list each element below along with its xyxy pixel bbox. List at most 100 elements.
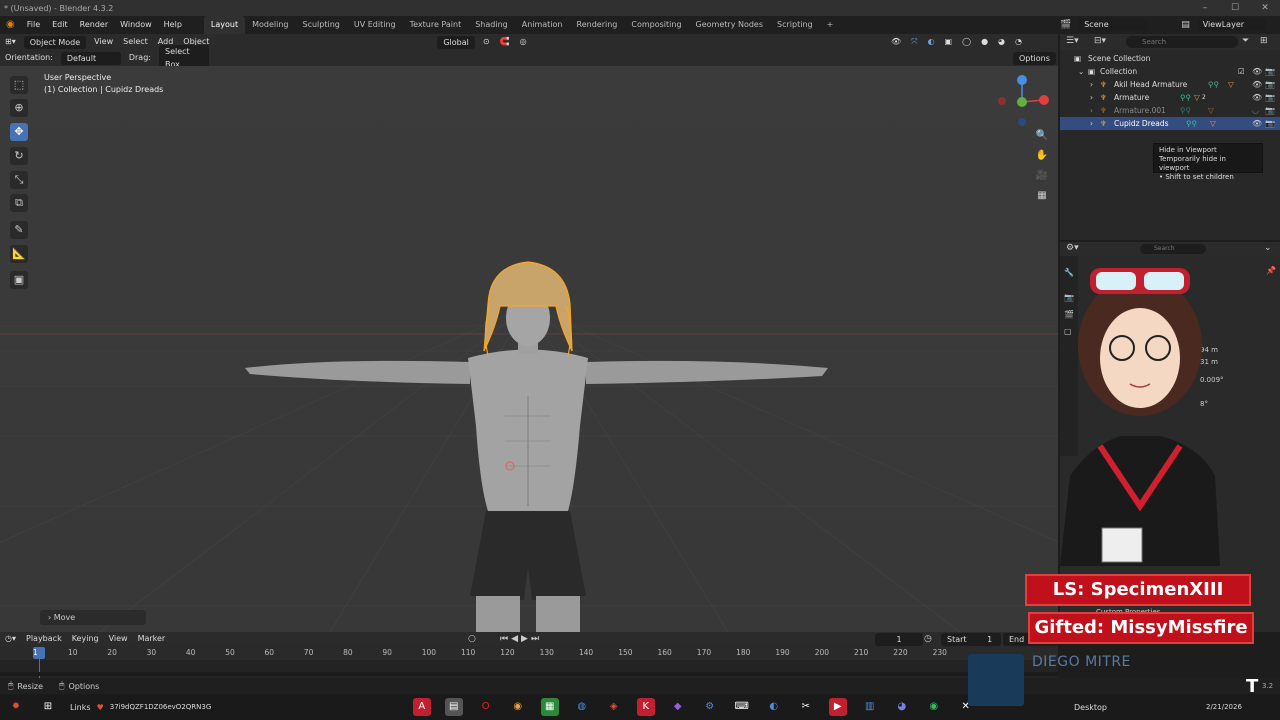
view-layer-icon[interactable]: ▤ — [1181, 20, 1190, 30]
eye-icon[interactable]: 👁 — [1252, 65, 1262, 78]
menu-marker[interactable]: Marker — [133, 631, 171, 647]
filter-icon[interactable]: ⏷ — [1242, 36, 1249, 46]
app-keyboard-icon[interactable]: ⌨ — [733, 698, 751, 716]
browser-tab-text[interactable]: 37i9dQZF1DZ06evO2QRN3G — [110, 703, 400, 711]
3d-viewport[interactable]: User Perspective (1) Collection | Cupidz… — [0, 66, 1058, 632]
tab-uv-editing[interactable]: UV Editing — [347, 16, 403, 34]
select-box-tool-icon[interactable]: ⬚ — [10, 76, 28, 94]
scene-selector[interactable]: Scene — [1078, 18, 1149, 31]
menu-file[interactable]: File — [21, 16, 46, 34]
tab-modeling[interactable]: Modeling — [245, 16, 295, 34]
playback-controls[interactable]: ⏮◀▶⏭ — [500, 632, 542, 646]
eye-icon[interactable]: 👁 — [1252, 78, 1262, 91]
mode-selector[interactable]: Object Mode — [23, 35, 87, 49]
app-browser-icon[interactable]: ◐ — [765, 698, 783, 716]
outliner-search-input[interactable]: Search — [1126, 36, 1238, 48]
eye-hidden-icon[interactable]: ◡ — [1252, 104, 1259, 117]
pin-icon[interactable]: 📌 — [1266, 266, 1276, 275]
app-adobe-icon[interactable]: A — [412, 698, 431, 716]
scale-tool-icon[interactable]: ⤡ — [10, 171, 28, 189]
menu-keying[interactable]: Keying — [67, 631, 104, 647]
menu-edit[interactable]: Edit — [46, 16, 74, 34]
menu-playback[interactable]: Playback — [21, 631, 67, 647]
annotate-tool-icon[interactable]: ✎ — [10, 221, 28, 239]
desktop-toolbar-label[interactable]: Desktop — [1074, 703, 1107, 712]
pivot-icon[interactable]: ⊙ — [478, 34, 495, 50]
menu-view[interactable]: View — [89, 34, 118, 50]
gizmo-icon[interactable]: ⤧ — [906, 34, 922, 50]
camera-icon[interactable]: 📷 — [1265, 117, 1275, 130]
tab-rendering[interactable]: Rendering — [570, 16, 625, 34]
camera-icon[interactable]: 📷 — [1265, 65, 1275, 78]
perspective-toggle-icon[interactable]: ▦ — [1034, 188, 1050, 204]
proportional-edit-icon[interactable]: ◎ — [515, 34, 532, 50]
timeline-scrollbar[interactable] — [0, 672, 1058, 676]
snap-icon[interactable]: 🧲 — [495, 34, 515, 50]
clock-icon[interactable]: ◷ — [924, 632, 932, 646]
tab-compositing[interactable]: Compositing — [624, 16, 688, 34]
eye-icon[interactable]: 👁 — [1252, 117, 1262, 130]
tab-layout[interactable]: Layout — [203, 16, 246, 34]
material-shading-icon[interactable]: ◕ — [993, 34, 1010, 50]
solid-shading-icon[interactable]: ● — [976, 34, 993, 50]
transform-orientation-selector[interactable]: Global — [437, 35, 475, 49]
new-collection-icon[interactable]: ⊞ — [1260, 36, 1268, 46]
current-frame-field[interactable]: 1 — [875, 633, 923, 646]
outliner-row-cupidz-dreads[interactable]: › ♆ Cupidz Dreads ⚲⚲ ▽ 👁 📷 — [1060, 117, 1280, 130]
app-vs-icon[interactable]: ◆ — [669, 698, 687, 716]
app-chrome-icon[interactable]: ◍ — [573, 698, 591, 716]
scene-icon[interactable]: 🎬 — [1060, 20, 1071, 30]
record-icon[interactable]: ○ — [468, 632, 476, 646]
expand-icon[interactable]: › — [1090, 117, 1093, 130]
tab-scripting[interactable]: Scripting — [770, 16, 820, 34]
tab-shading[interactable]: Shading — [468, 16, 515, 34]
editor-type-icon[interactable]: ⊞▾ — [0, 34, 21, 50]
start-icon[interactable]: ✹ — [7, 698, 25, 716]
windows-icon[interactable]: ⊞ — [39, 698, 57, 716]
blender-logo-icon[interactable]: ◉ — [0, 16, 21, 34]
tab-animation[interactable]: Animation — [515, 16, 570, 34]
outliner-row-scene-collection[interactable]: ▣ Scene Collection — [1060, 52, 1280, 65]
minimize-icon[interactable]: – — [1190, 0, 1220, 16]
xray-icon[interactable]: ▣ — [940, 34, 958, 50]
menu-window[interactable]: Window — [114, 16, 158, 34]
app-obs-icon[interactable]: ▶ — [828, 698, 847, 716]
outliner-row-armature-001[interactable]: › ♆ Armature.001 ⚲⚲ ▽ ◡ 📷 — [1060, 104, 1280, 117]
cursor-tool-icon[interactable]: ⊕ — [10, 99, 28, 117]
zoom-icon[interactable]: 🔍 — [1034, 128, 1050, 144]
start-frame-field[interactable]: Start 1 — [941, 633, 1001, 646]
add-workspace-icon[interactable]: + — [820, 16, 841, 34]
close-icon[interactable]: ✕ — [1250, 0, 1280, 16]
expand-icon[interactable]: › — [1090, 91, 1093, 104]
orientation-selector[interactable]: Default — [60, 51, 121, 65]
transform-tool-icon[interactable]: ⧉ — [10, 194, 28, 212]
outliner-row-armature[interactable]: › ♆ Armature ⚲⚲ ▽ 2 👁 📷 — [1060, 91, 1280, 104]
chevron-down-icon[interactable]: ⌄ — [1264, 243, 1272, 253]
camera-icon[interactable]: 📷 — [1265, 91, 1275, 104]
measure-tool-icon[interactable]: 📐 — [10, 245, 28, 263]
app-spotify-icon[interactable]: ◉ — [925, 698, 943, 716]
app-chart-icon[interactable]: ▥ — [861, 698, 879, 716]
checkbox-icon[interactable]: ☑ — [1238, 65, 1245, 78]
options-dropdown[interactable]: Options — [1013, 51, 1056, 65]
rendered-shading-icon[interactable]: ◔ — [1010, 34, 1027, 50]
wireframe-shading-icon[interactable]: ◯ — [957, 34, 976, 50]
move-tool-icon[interactable]: ✥ — [10, 123, 28, 141]
app-explorer-icon[interactable]: ▦ — [540, 698, 559, 716]
app-blender-icon[interactable]: ◉ — [509, 698, 527, 716]
outliner-row-akil-head-armature[interactable]: › ♆ Akil Head Armature ⚲⚲ ▽ 👁 📷 — [1060, 78, 1280, 91]
display-mode-icon[interactable]: ⊟▾ — [1094, 36, 1106, 46]
menu-timeline-view[interactable]: View — [104, 631, 133, 647]
add-cube-tool-icon[interactable]: ▣ — [10, 271, 28, 289]
app-steam-icon[interactable]: ⚙ — [701, 698, 719, 716]
app-brave-icon[interactable]: ◈ — [605, 698, 623, 716]
camera-icon[interactable]: 📷 — [1265, 104, 1275, 117]
overlay-icon[interactable]: ◐ — [923, 34, 940, 50]
last-operator-panel[interactable]: › Move — [40, 610, 146, 625]
camera-view-icon[interactable]: 🎥 — [1034, 168, 1050, 184]
outliner-row-collection[interactable]: ⌄ ▣ Collection ☑ 👁 📷 — [1060, 65, 1280, 78]
app-opera-icon[interactable]: O — [477, 698, 495, 716]
timeline-area[interactable]: 1 10 20 30 40 50 60 70 80 90 100 110 120 130 140 150 160… — [0, 646, 1058, 678]
app-discord-icon[interactable]: ◕ — [893, 698, 911, 716]
expand-icon[interactable]: › — [1090, 104, 1093, 117]
